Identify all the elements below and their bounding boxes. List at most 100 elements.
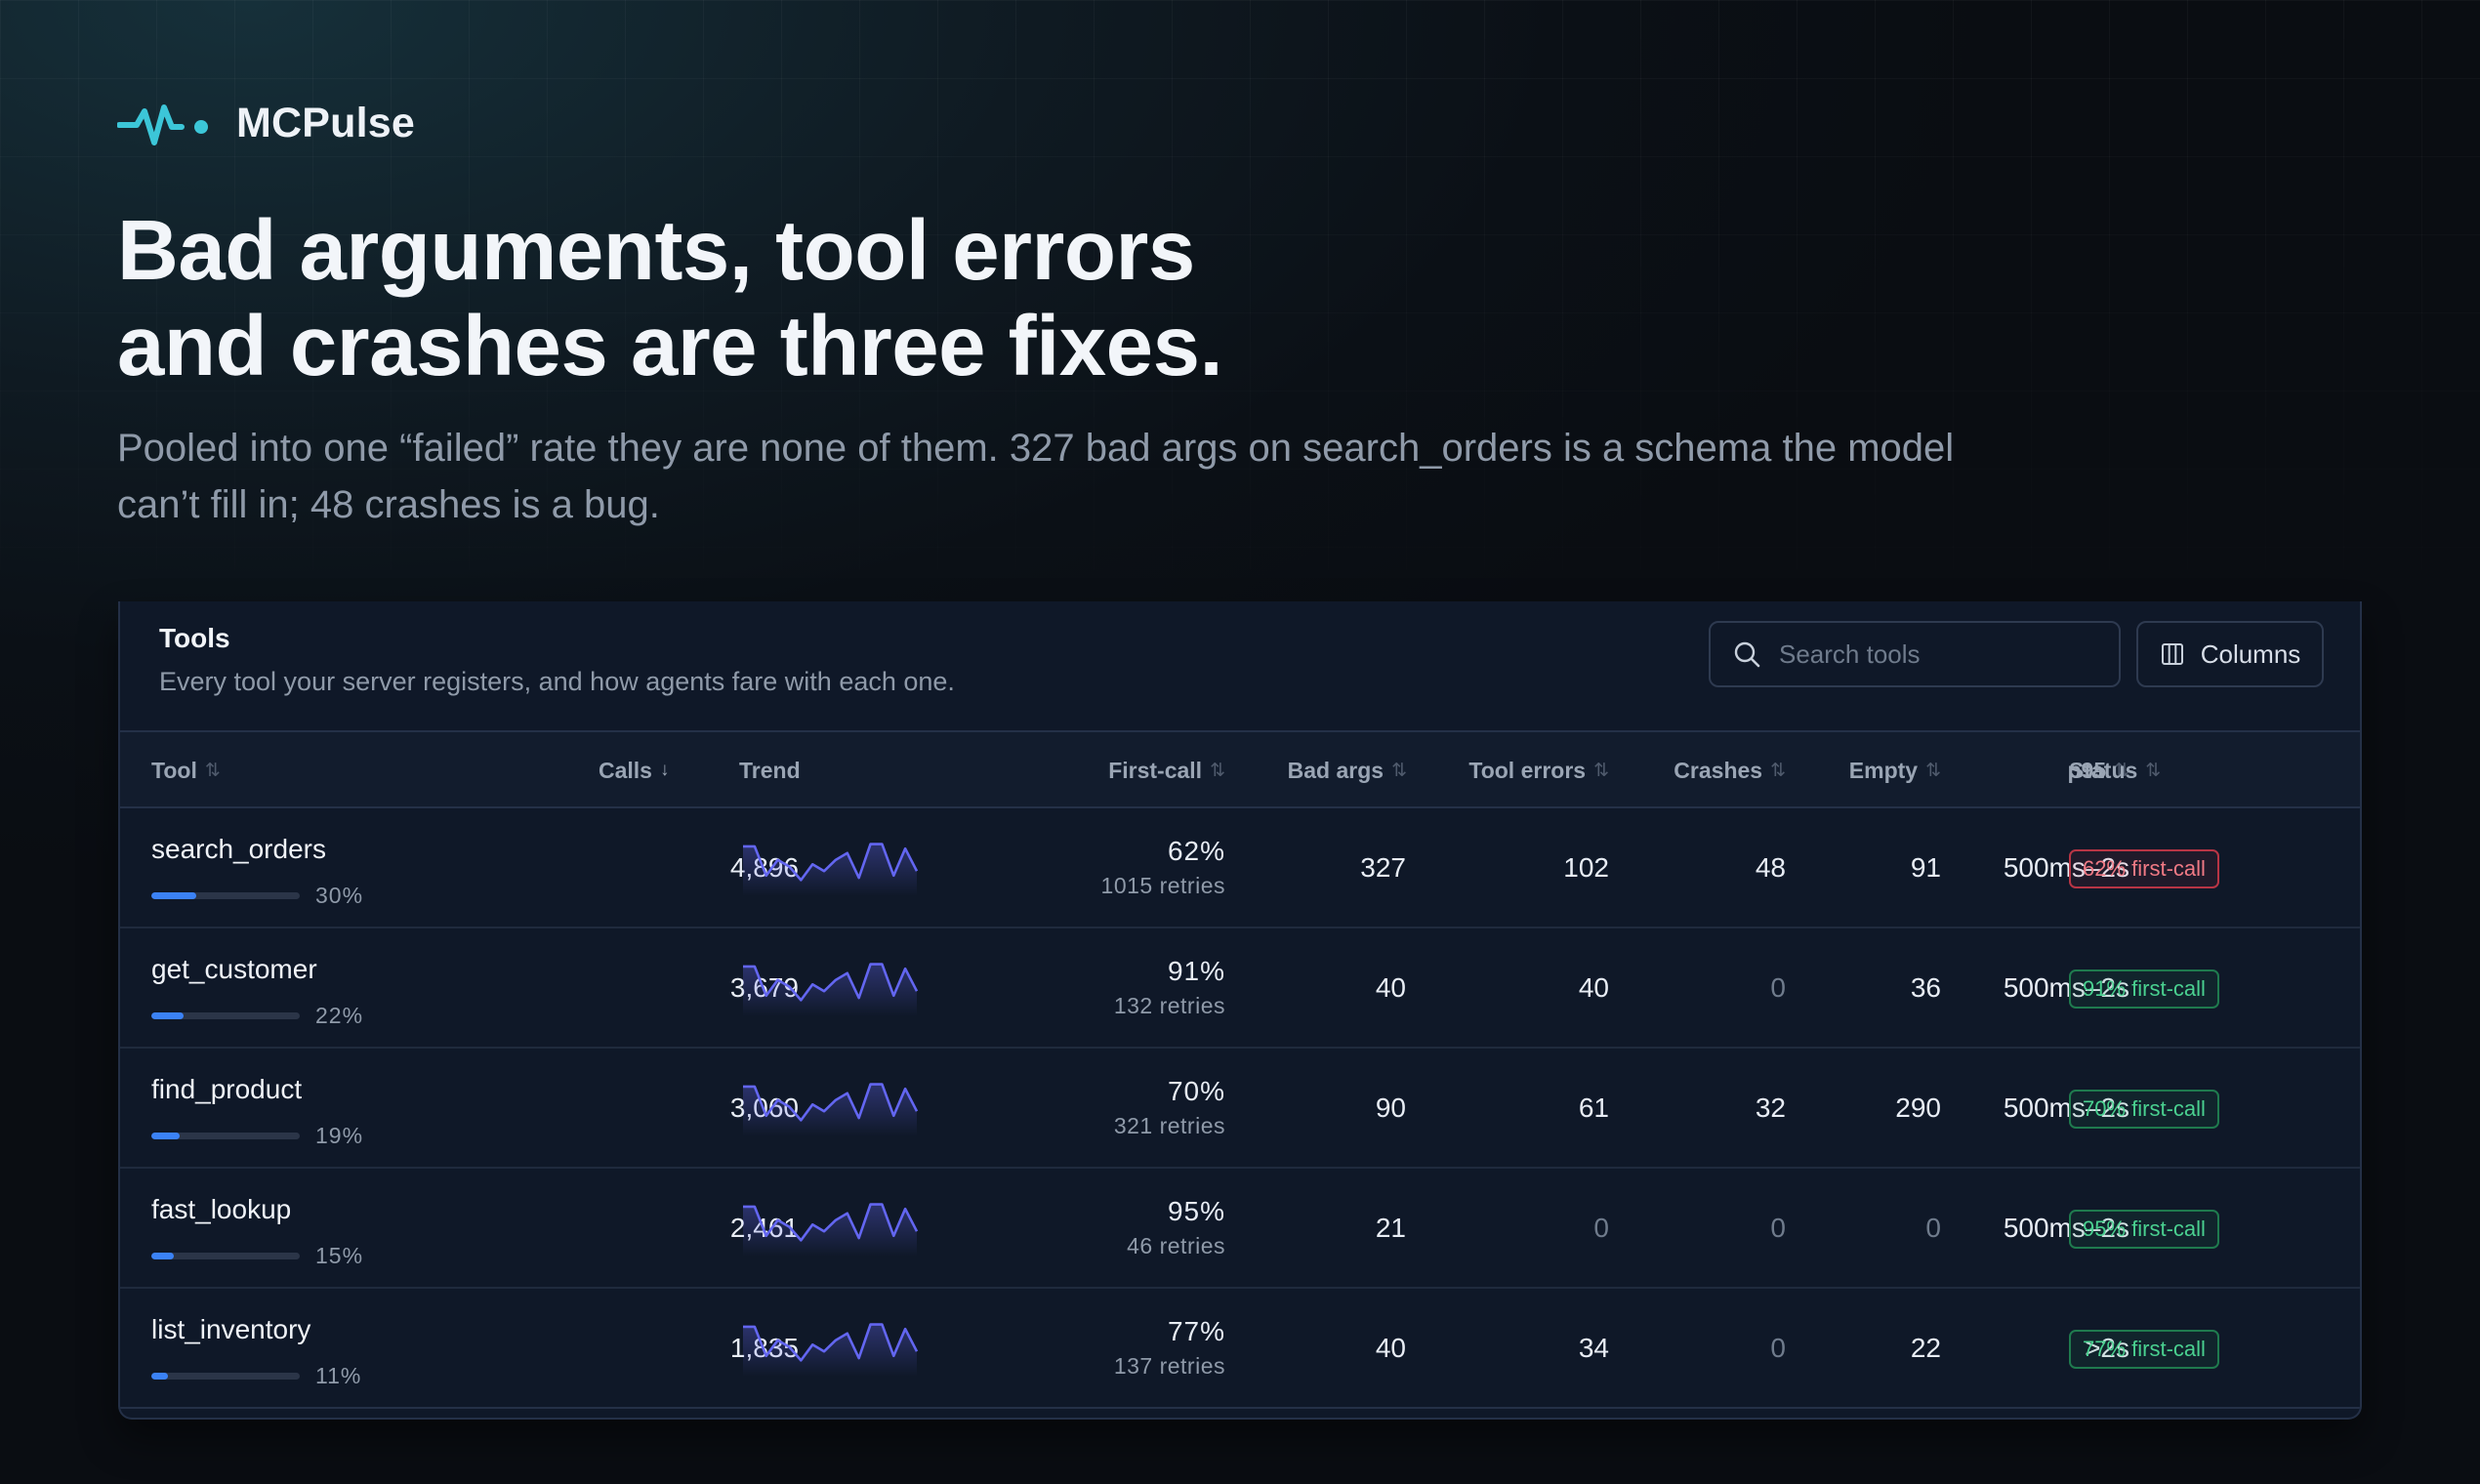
panel-title: Tools: [159, 623, 230, 653]
share-bar-fill: [151, 1012, 185, 1019]
pulse-icon: [117, 104, 208, 145]
column-header-status[interactable]: Status ⇅: [2069, 732, 2161, 808]
trend-sparkline: [743, 1323, 919, 1377]
tools-panel: Tools Every tool your server registers, …: [118, 601, 2362, 1420]
first-call-cell: 95% 46 retries: [979, 1169, 1225, 1287]
status-badge: 62% first-call: [2069, 849, 2219, 888]
column-label: Calls: [599, 757, 652, 783]
sort-desc-icon: ↓: [659, 760, 670, 780]
empty-value: 0: [1925, 1212, 1941, 1243]
table-row[interactable]: fast_lookup 15% 2,461 95% 46 retries 21 …: [120, 1169, 2360, 1289]
search-input[interactable]: [1779, 639, 2072, 670]
column-label: First-call: [1108, 757, 1203, 783]
sort-icon: ⇅: [2145, 760, 2162, 781]
tool-name[interactable]: search_orders: [151, 834, 326, 865]
status-badge: 77% first-call: [2069, 1330, 2219, 1369]
table-row[interactable]: search_orders 30% 4,896 62% 1015 retries…: [120, 808, 2360, 928]
hero-subtitle: Pooled into one “failed” rate they are n…: [117, 427, 1955, 526]
trend-sparkline: [743, 1203, 919, 1257]
column-label: Crashes: [1674, 757, 1763, 783]
column-header-bad-args[interactable]: Bad args ⇅: [1194, 732, 1407, 808]
bad-args-value: 40: [1375, 971, 1406, 1003]
bad-args-value: 21: [1375, 1212, 1406, 1243]
status-badge: 70% first-call: [2069, 1090, 2219, 1129]
share-bar-fill: [151, 892, 196, 899]
status-badge: 95% first-call: [2069, 1210, 2219, 1249]
call-share: 11%: [151, 1363, 361, 1389]
tool-name[interactable]: fast_lookup: [151, 1194, 291, 1225]
tool-errors-value: 102: [1563, 851, 1609, 883]
bad-args-value: 40: [1375, 1332, 1406, 1363]
share-percent: 22%: [315, 1003, 364, 1028]
share-percent: 19%: [315, 1123, 364, 1148]
panel-description: Every tool your server registers, and ho…: [159, 667, 955, 696]
column-label: Tool errors: [1468, 757, 1587, 783]
search-icon: [1734, 641, 1760, 668]
table-row[interactable]: get_customer 22% 3,679 91% 132 retries 4…: [120, 928, 2360, 1049]
share-percent: 11%: [315, 1363, 362, 1388]
first-call-cell: 91% 132 retries: [979, 928, 1225, 1047]
panel-header: Tools Every tool your server registers, …: [120, 601, 2360, 732]
column-label: Tool: [151, 757, 197, 783]
status-badge: 91% first-call: [2069, 969, 2219, 1009]
call-share: 22%: [151, 1003, 363, 1029]
share-bar-fill: [151, 1133, 180, 1139]
column-header-first-call[interactable]: First-call ⇅: [979, 732, 1225, 808]
column-header-trend: Trend: [739, 732, 801, 808]
empty-value: 22: [1910, 1332, 1941, 1363]
table-header: Tool ⇅ Calls ↓ Trend First-call ⇅ Bad args ⇅…: [120, 732, 2360, 808]
call-share: 19%: [151, 1123, 363, 1149]
column-header-empty[interactable]: Empty ⇅: [1780, 732, 1941, 808]
column-header-tool[interactable]: Tool ⇅: [151, 732, 221, 808]
trend-sparkline: [743, 843, 919, 896]
columns-button[interactable]: Columns: [2136, 621, 2324, 687]
column-label: Status: [2069, 757, 2138, 783]
headline-line-2: and crashes are three fixes.: [117, 299, 1223, 393]
column-label: Trend: [739, 757, 801, 783]
first-call-cell: 62% 1015 retries: [979, 808, 1225, 927]
tool-errors-value: 61: [1578, 1092, 1609, 1123]
columns-icon: [2161, 643, 2183, 665]
headline-line-1: Bad arguments, tool errors: [117, 203, 1195, 298]
share-percent: 15%: [315, 1243, 364, 1268]
crashes-value: 0: [1770, 971, 1786, 1003]
empty-value: 91: [1910, 851, 1941, 883]
table-body: search_orders 30% 4,896 62% 1015 retries…: [120, 808, 2360, 1409]
tool-errors-value: 34: [1578, 1332, 1609, 1363]
trend-sparkline: [743, 1083, 919, 1136]
tool-errors-value: 0: [1593, 1212, 1609, 1243]
table-row[interactable]: list_inventory 11% 1,835 77% 137 retries…: [120, 1289, 2360, 1409]
crashes-value: 48: [1755, 851, 1786, 883]
brand-name: MCPulse: [236, 99, 415, 146]
crashes-value: 32: [1755, 1092, 1786, 1123]
tool-name[interactable]: list_inventory: [151, 1314, 310, 1345]
table-row[interactable]: find_product 19% 3,060 70% 321 retries 9…: [120, 1049, 2360, 1169]
share-bar-fill: [151, 1253, 174, 1259]
search-box[interactable]: [1709, 621, 2121, 687]
tool-name[interactable]: get_customer: [151, 954, 317, 985]
share-bar-fill: [151, 1373, 168, 1380]
crashes-value: 0: [1770, 1332, 1786, 1363]
share-bar: [151, 1373, 300, 1380]
share-bar: [151, 1012, 300, 1019]
empty-value: 290: [1895, 1092, 1941, 1123]
share-bar: [151, 1253, 300, 1259]
share-bar: [151, 1133, 300, 1139]
column-label: Empty: [1848, 757, 1919, 783]
tool-name[interactable]: find_product: [151, 1074, 302, 1105]
hero-headline: Bad arguments, tool errors and crashes a…: [117, 203, 1484, 394]
column-label: Bad args: [1287, 757, 1385, 783]
share-percent: 30%: [315, 883, 364, 908]
column-header-crashes[interactable]: Crashes ⇅: [1585, 732, 1786, 808]
brand: MCPulse: [117, 98, 415, 148]
call-share: 15%: [151, 1243, 363, 1269]
call-share: 30%: [151, 883, 363, 909]
columns-label: Columns: [2200, 639, 2301, 669]
empty-value: 36: [1910, 971, 1941, 1003]
first-call-cell: 70% 321 retries: [979, 1049, 1225, 1167]
column-header-calls[interactable]: Calls ↓: [599, 732, 669, 808]
trend-sparkline: [743, 963, 919, 1016]
bad-args-value: 90: [1375, 1092, 1406, 1123]
column-header-tool-errors[interactable]: Tool errors ⇅: [1389, 732, 1609, 808]
tool-errors-value: 40: [1578, 971, 1609, 1003]
